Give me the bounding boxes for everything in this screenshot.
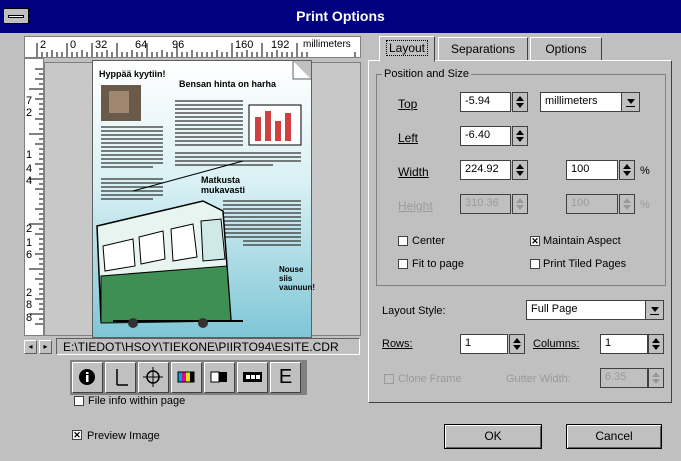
cancel-button[interactable]: Cancel: [566, 424, 662, 449]
clone-frame-checkbox[interactable]: [384, 374, 394, 384]
preview-heading: Matkusta mukavasti: [201, 175, 246, 195]
units-dropdown[interactable]: millimeters: [540, 92, 640, 112]
tab-options[interactable]: Options: [530, 37, 602, 61]
ruler-units-label: millimeters: [303, 39, 351, 50]
ruler-label: 2: [40, 39, 47, 51]
maintain-aspect-checkbox[interactable]: ✕: [530, 236, 540, 246]
height-label: Height: [398, 199, 433, 213]
height-input[interactable]: 310.36: [460, 194, 511, 214]
info-icon[interactable]: [72, 362, 103, 393]
ruler-label: 192: [271, 39, 290, 51]
window-title: Print Options: [296, 8, 385, 24]
rows-input[interactable]: 1: [460, 334, 508, 354]
page-artwork: [93, 61, 311, 337]
fit-to-page-checkbox[interactable]: [398, 259, 408, 269]
units-value: millimeters: [545, 95, 598, 107]
top-label: Top: [398, 97, 418, 111]
width-percent-spinner[interactable]: [619, 160, 635, 180]
emulsion-icon[interactable]: E: [270, 362, 301, 393]
file-path-display: E:\TIEDOT\HSOY\TIEKONE\PIIRTO94\ESITE.CD…: [56, 338, 360, 355]
width-label: Width: [398, 165, 429, 179]
preview-heading: Hyppää kyytiin!: [99, 69, 166, 79]
ruler-label: 2: [26, 223, 33, 235]
tab-label: Options: [545, 42, 587, 56]
columns-spinner[interactable]: [648, 334, 664, 354]
height-percent-input[interactable]: 100: [566, 194, 618, 214]
tab-label: Layout: [385, 40, 429, 56]
width-percent-sign: %: [640, 165, 650, 177]
ruler-label: 6: [26, 249, 33, 261]
preview-image-checkbox[interactable]: ✕: [72, 430, 82, 440]
chevron-down-icon[interactable]: [621, 93, 639, 111]
clone-frame-label: Clone Frame: [398, 373, 462, 385]
chevron-down-icon[interactable]: [645, 301, 663, 319]
fit-to-page-label: Fit to page: [412, 258, 464, 270]
layout-style-dropdown[interactable]: Full Page: [526, 300, 664, 320]
center-checkbox[interactable]: [398, 236, 408, 246]
position-size-group-label: Position and Size: [382, 68, 471, 80]
width-input[interactable]: 224.92: [460, 160, 511, 180]
left-input[interactable]: -6.40: [460, 126, 511, 146]
file-info-label: File info within page: [88, 395, 186, 407]
ruler-label: 32: [95, 39, 108, 51]
scroll-left-button[interactable]: ◂: [24, 340, 37, 354]
vertical-ruler: 7 2 1 4 4 2 1 6 2 8 8: [24, 58, 44, 336]
columns-input[interactable]: 1: [600, 334, 648, 354]
crop-marks-icon[interactable]: [105, 362, 136, 393]
preview-page[interactable]: Hyppää kyytiin! Bensan hinta on harha Ma…: [92, 60, 315, 338]
preview-heading: Nouse siis vaunuun!: [279, 265, 315, 292]
ruler-label: 2: [26, 107, 33, 119]
scroll-right-button[interactable]: ▸: [39, 340, 52, 354]
left-spinner[interactable]: [512, 126, 528, 146]
top-spinner[interactable]: [512, 92, 528, 112]
rows-label: Rows:: [382, 338, 413, 350]
film-icon[interactable]: [237, 362, 268, 393]
ruler-label: 4: [26, 163, 33, 175]
rows-spinner[interactable]: [509, 334, 525, 354]
layout-style-label: Layout Style:: [382, 305, 446, 317]
registration-icon[interactable]: [138, 362, 169, 393]
tab-label: Separations: [450, 42, 516, 56]
tab-separations[interactable]: Separations: [438, 37, 528, 61]
print-tiled-pages-checkbox[interactable]: [530, 259, 540, 269]
preview-image-label: Preview Image: [87, 430, 160, 442]
gutter-width-input[interactable]: 6.35: [600, 368, 648, 388]
color-bars-icon[interactable]: [171, 362, 202, 393]
height-spinner[interactable]: [512, 194, 528, 214]
gutter-width-label: Gutter Width:: [506, 373, 571, 385]
print-tiled-pages-label: Print Tiled Pages: [543, 258, 627, 270]
emulsion-label: E: [278, 366, 293, 388]
preview-heading: Bensan hinta on harha: [179, 79, 277, 89]
gutter-width-spinner[interactable]: [648, 368, 664, 388]
width-spinner[interactable]: [512, 160, 528, 180]
width-percent-input[interactable]: 100: [566, 160, 618, 180]
ok-button[interactable]: OK: [444, 424, 542, 449]
horizontal-ruler: 2 0 32 64 96 160 192 millimeters: [24, 36, 361, 58]
ruler-label: 4: [26, 175, 33, 187]
ruler-label: 64: [135, 39, 148, 51]
ruler-label: 7: [26, 95, 33, 107]
tab-layout[interactable]: Layout: [379, 36, 435, 62]
left-label: Left: [398, 131, 419, 145]
layout-style-value: Full Page: [531, 303, 578, 315]
ruler-label: 8: [26, 312, 33, 324]
columns-label: Columns:: [533, 338, 580, 350]
ruler-label: 2: [26, 287, 33, 299]
center-label: Center: [412, 235, 446, 247]
title-bar: Print Options: [0, 0, 681, 33]
maintain-aspect-label: Maintain Aspect: [543, 235, 621, 247]
height-percent-sign: %: [640, 199, 650, 211]
height-percent-spinner[interactable]: [619, 194, 635, 214]
ruler-label: 8: [26, 299, 33, 311]
file-info-checkbox[interactable]: [74, 396, 84, 406]
ruler-label: 1: [26, 149, 33, 161]
densitometer-icon[interactable]: [204, 362, 235, 393]
ruler-label: 96: [172, 39, 185, 51]
top-input[interactable]: -5.94: [460, 92, 511, 112]
ruler-label: 160: [235, 39, 254, 51]
ruler-label: 1: [26, 237, 33, 249]
ruler-label: 0: [70, 39, 77, 51]
